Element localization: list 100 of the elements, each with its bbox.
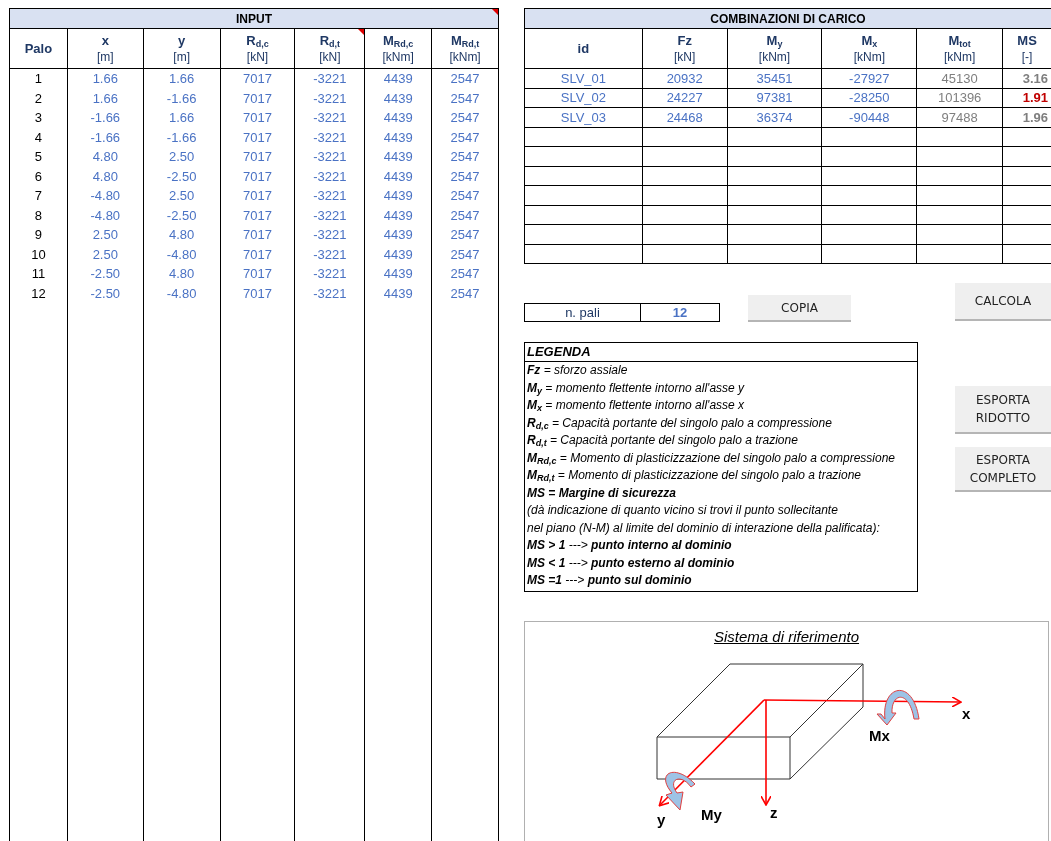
table-cell-text: 7017 bbox=[243, 265, 272, 283]
legend-text: M$_{y}$ = momento flettente intorno all'asse y bbox=[527, 379, 746, 397]
table-cell-text: -2.50 bbox=[166, 167, 197, 186]
unit-label: [kNm] bbox=[449, 49, 481, 65]
table-cell-text: 4439 bbox=[383, 128, 413, 147]
table-cell-text: 4.80 bbox=[169, 226, 195, 244]
table-cell-text: SLV_01 bbox=[560, 69, 607, 88]
table-cell-text: 7017 bbox=[243, 206, 272, 225]
table-title: COMBINAZIONI DI CARICO bbox=[710, 10, 866, 28]
table-cell-text: 24468 bbox=[666, 108, 703, 127]
table-cell-text: -4.80 bbox=[90, 206, 121, 225]
action-button[interactable]: COPIA bbox=[748, 295, 851, 322]
table-cell-text: 4439 bbox=[383, 226, 413, 244]
table-cell-text: -3221 bbox=[313, 89, 347, 108]
legend-title: LEGENDA bbox=[527, 344, 591, 359]
table-cell-text: 45130 bbox=[941, 69, 978, 88]
legend-text: R$_{d,t}$ = Capacità portante del singolo palo a trazione bbox=[527, 432, 799, 450]
column-header: R$_{d,t}$ bbox=[319, 32, 341, 49]
table-cell-text: 4439 bbox=[383, 167, 413, 186]
table-cell-text: 36374 bbox=[756, 108, 793, 127]
table-cell-text: -27927 bbox=[849, 69, 890, 88]
table-cell-text: 4439 bbox=[383, 187, 413, 205]
unit-label: [kN] bbox=[319, 49, 341, 65]
legend-text: MS = Margine di sicurezza bbox=[527, 484, 678, 502]
table-cell-text: 20932 bbox=[666, 69, 703, 88]
table-cell-text: SLV_03 bbox=[560, 108, 607, 127]
table-cell-text: 7017 bbox=[243, 226, 272, 244]
table-cell-text: 7 bbox=[34, 187, 43, 205]
table-title: INPUT bbox=[236, 10, 272, 28]
table-cell-text: 2547 bbox=[450, 148, 480, 166]
table-cell-text: 4.80 bbox=[169, 265, 195, 283]
table-cell-text: 7017 bbox=[243, 148, 272, 166]
table-cell-text: 1.96 bbox=[1022, 108, 1048, 127]
table-cell-text: 7017 bbox=[243, 89, 272, 108]
diagram-title: Sistema di riferimento bbox=[713, 626, 860, 647]
action-button[interactable]: ESPORTA COMPLETO bbox=[955, 447, 1051, 492]
column-header: Fz bbox=[677, 32, 692, 49]
field-label: n. pali bbox=[525, 304, 641, 321]
table-cell-text: 6 bbox=[34, 167, 43, 186]
table-cell-text: 2547 bbox=[450, 109, 480, 127]
table-cell-text: 2547 bbox=[450, 187, 480, 205]
legend-text: (dà indicazione di quanto vicino si trovi il punto sollecitante bbox=[527, 502, 839, 519]
column-header: M$_{y}$ bbox=[766, 32, 783, 49]
table-cell-text: 2547 bbox=[450, 226, 480, 244]
table-cell-text: 2.50 bbox=[169, 148, 195, 166]
table-cell-text: 4439 bbox=[383, 206, 413, 225]
axis-label: y bbox=[657, 811, 666, 828]
table-cell-text: -4.80 bbox=[90, 187, 121, 205]
table-cell-text: -3221 bbox=[313, 245, 347, 264]
action-button[interactable]: CALCOLA bbox=[955, 283, 1051, 321]
table-cell-text: -3221 bbox=[313, 148, 347, 166]
table-cell-text: 3.16 bbox=[1022, 69, 1048, 88]
table-cell-text: 2547 bbox=[450, 245, 480, 264]
table-cell-text: 4439 bbox=[383, 284, 413, 303]
table-cell-text: 4439 bbox=[383, 109, 413, 127]
table-cell-text: 2547 bbox=[450, 89, 480, 108]
column-header: MS bbox=[1017, 32, 1037, 49]
column-header: id bbox=[577, 40, 590, 57]
table-cell-text: 101396 bbox=[937, 89, 982, 107]
table-cell-text: 5 bbox=[34, 148, 43, 166]
table-cell-text: 7017 bbox=[243, 167, 272, 186]
table-cell-text: 2.50 bbox=[92, 245, 118, 264]
table-cell-text: 2547 bbox=[450, 206, 480, 225]
table-cell-text: -3221 bbox=[313, 284, 347, 303]
column-header: M$_{tot}$ bbox=[948, 32, 971, 49]
table-cell-text: 7017 bbox=[243, 187, 272, 205]
table-cell-text: -3221 bbox=[313, 128, 347, 147]
table-cell-text: 2547 bbox=[450, 128, 480, 147]
table-cell-text: 4439 bbox=[383, 148, 413, 166]
table-cell-text: 24227 bbox=[666, 89, 703, 107]
table-cell-text: 2547 bbox=[450, 167, 480, 186]
table-cell-text: 12 bbox=[31, 284, 46, 303]
table-cell-text: -4.80 bbox=[166, 284, 197, 303]
table-cell-text: -28250 bbox=[849, 89, 890, 107]
table-cell-text: 4439 bbox=[383, 245, 413, 264]
unit-label: [kNm] bbox=[853, 48, 885, 65]
action-button[interactable]: ESPORTA RIDOTTO bbox=[955, 386, 1051, 434]
table-cell-text: -1.66 bbox=[166, 89, 197, 108]
table-cell-text: -3221 bbox=[313, 187, 347, 205]
table-cell-text: -3221 bbox=[313, 206, 347, 225]
unit-label: [kNm] bbox=[382, 49, 414, 65]
table-cell-text: 7017 bbox=[243, 284, 272, 303]
table-cell-text: -4.80 bbox=[166, 245, 197, 264]
table-cell-text: -1.66 bbox=[90, 128, 121, 147]
table-cell-text: 4.80 bbox=[92, 148, 118, 166]
table-cell-text: 4 bbox=[34, 128, 43, 147]
axis-label: x bbox=[962, 705, 971, 722]
moment-label: My bbox=[701, 806, 722, 823]
unit-label: [kNm] bbox=[758, 49, 791, 65]
table-cell-text: 7017 bbox=[243, 245, 272, 264]
table-cell-text: -1.66 bbox=[90, 109, 121, 127]
table-cell-text: 7017 bbox=[243, 128, 272, 147]
table-cell-text: 2.50 bbox=[92, 226, 118, 244]
table-cell-text: 3 bbox=[34, 109, 43, 127]
column-header: x bbox=[101, 32, 109, 49]
table-cell-text: -3221 bbox=[313, 167, 347, 186]
table-cell-text: 4439 bbox=[383, 89, 413, 108]
legend-text: MS > 1 ---> punto interno al dominio bbox=[527, 537, 733, 554]
column-header: y bbox=[178, 32, 186, 49]
legend-text: Fz = sforzo assiale bbox=[527, 362, 629, 379]
